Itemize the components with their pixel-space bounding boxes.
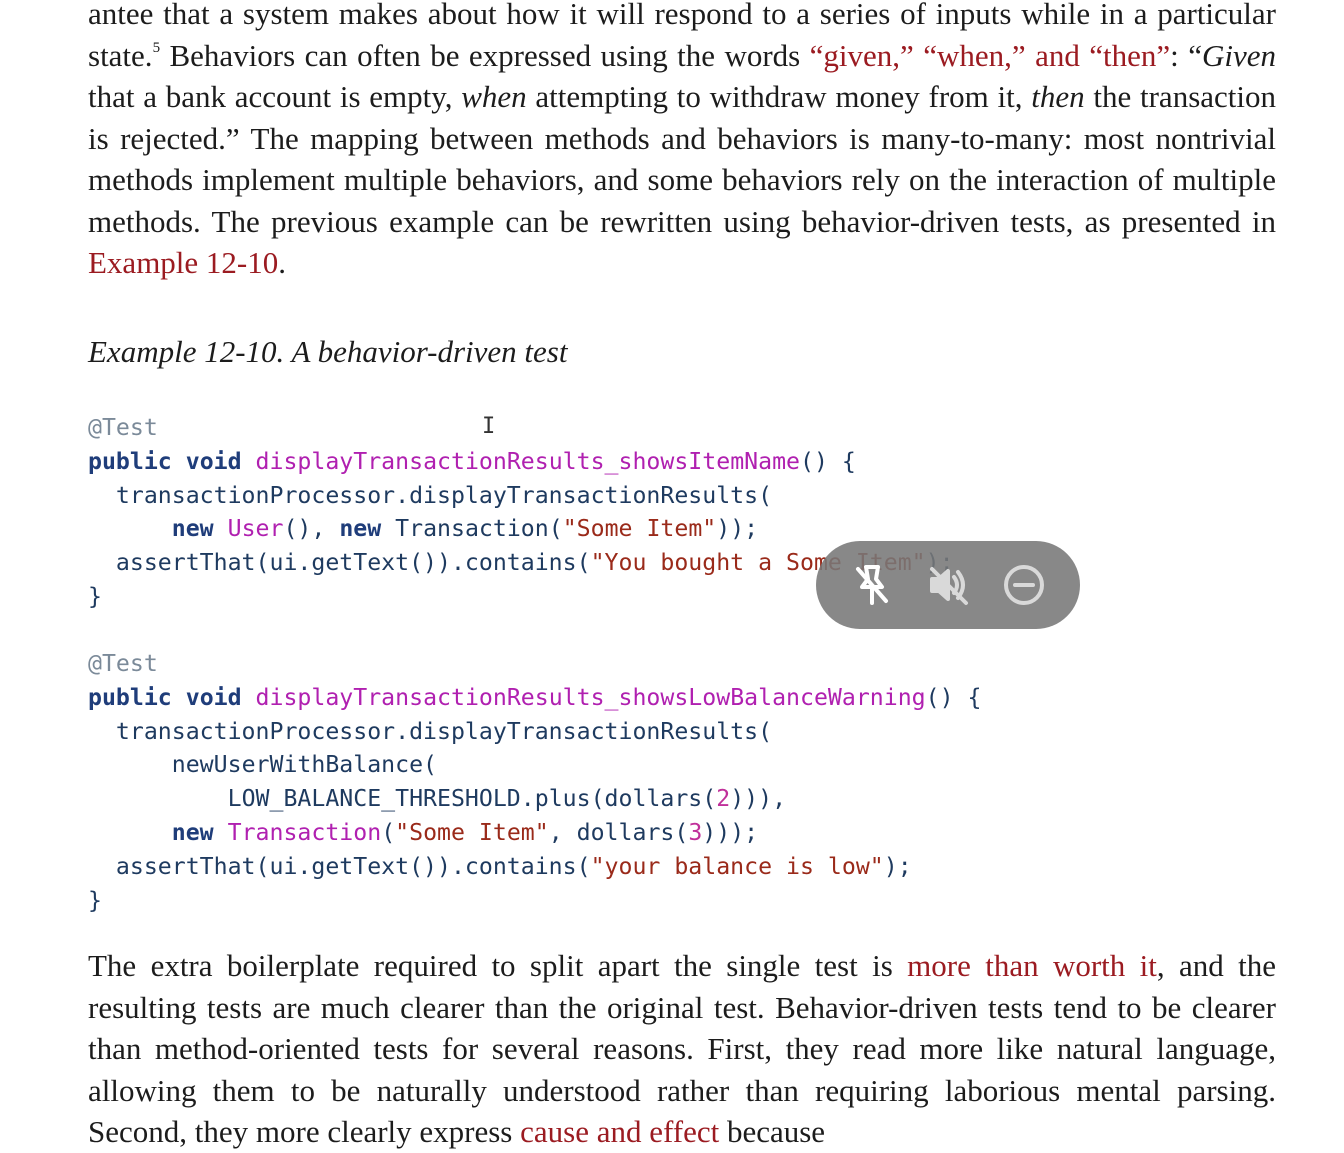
number-literal: 2 — [716, 785, 731, 813]
code-text: (), — [283, 515, 340, 543]
keyword: public — [88, 447, 172, 475]
code-text: ))), — [730, 785, 787, 813]
keyword: new — [171, 515, 214, 543]
more-than-worth-it-link[interactable]: more than worth it — [907, 948, 1157, 983]
text: that a bank account is empty, — [88, 79, 462, 114]
emphasis-then: then — [1031, 79, 1085, 114]
code-text: } — [88, 582, 102, 610]
text: Behaviors can often be expressed using t… — [160, 37, 810, 73]
annotation: @Test — [88, 414, 158, 441]
example-12-10-link[interactable]: Example 12-10 — [88, 245, 278, 280]
string-literal: "Some Item" — [562, 515, 717, 543]
mute-icon[interactable] — [920, 557, 976, 613]
unpin-icon[interactable] — [844, 557, 900, 613]
cause-and-effect-link[interactable]: cause and effect — [520, 1114, 719, 1149]
keyword: new — [339, 515, 382, 543]
text: : “ — [1170, 37, 1202, 73]
minimize-icon[interactable] — [996, 557, 1052, 613]
emphasis-given: Given — [1201, 37, 1276, 73]
code-text: () { — [925, 683, 982, 711]
code-text: ))); — [702, 818, 759, 846]
emphasis-when: when — [461, 79, 527, 114]
code-text: } — [88, 886, 102, 914]
class-name: Transaction — [395, 515, 549, 543]
code-text: LOW_BALANCE_THRESHOLD.plus(dollars( — [227, 785, 717, 813]
code-text: assertThat(ui.getText()).contains( — [115, 852, 591, 880]
text: The extra boilerplate required to split … — [88, 948, 908, 983]
code-text: , dollars( — [548, 818, 689, 846]
annotation: @Test — [88, 650, 158, 677]
code-text: () { — [800, 447, 856, 475]
class-name: Transaction — [227, 818, 382, 846]
code-text: )); — [716, 515, 759, 543]
paragraph-top: antee that a system makes about how it w… — [88, 0, 1276, 284]
method-name: displayTransactionResults_showsLowBalanc… — [255, 683, 926, 711]
text: attempting to withdraw money from it, — [526, 79, 1032, 114]
given-when-then-link[interactable]: “given,” “when,” and “then” — [810, 38, 1171, 73]
number-literal: 3 — [688, 818, 703, 846]
code-text: assertThat(ui.getText()).contains( — [115, 549, 591, 577]
code-block-2: @Test public void displayTransactionResu… — [88, 647, 981, 917]
paragraph-bottom: The extra boilerplate required to split … — [88, 945, 1276, 1153]
keyword: void — [185, 447, 242, 475]
keyword: new — [171, 818, 214, 846]
code-text: transactionProcessor.displayTransactionR… — [115, 481, 773, 509]
footnote-mark[interactable]: 5 — [153, 40, 161, 56]
keyword: public — [88, 683, 172, 711]
keyword: void — [185, 683, 242, 711]
string-literal: "Some Item" — [395, 818, 549, 846]
media-overlay-toolbar — [816, 541, 1080, 629]
text: . — [278, 245, 287, 280]
code-text: transactionProcessor.displayTransactionR… — [115, 717, 773, 745]
string-literal: "your balance is low" — [590, 852, 884, 880]
code-text: ); — [883, 852, 912, 880]
code-text: newUserWithBalance( — [171, 751, 438, 779]
code-text: ( — [548, 515, 563, 543]
example-caption: Example 12-10. A behavior-driven test — [88, 334, 568, 369]
code-text: ( — [381, 818, 396, 846]
text: because — [719, 1114, 826, 1149]
class-name: User — [227, 515, 284, 543]
method-name: displayTransactionResults_showsItemName — [255, 447, 800, 475]
text-cursor-icon: I — [482, 414, 496, 439]
